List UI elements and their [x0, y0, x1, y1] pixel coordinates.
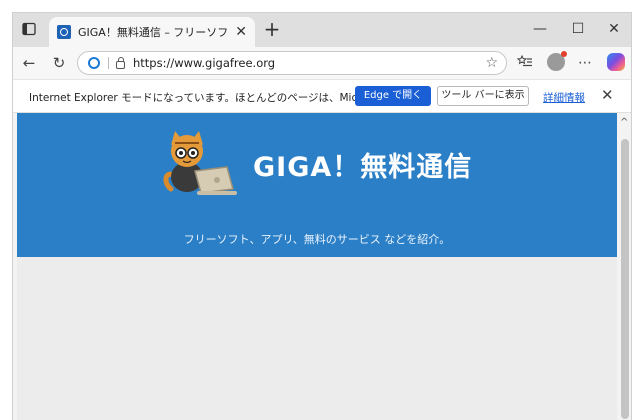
- url-text[interactable]: https://www.gigafree.org: [133, 56, 275, 70]
- tab-strip: GIGA！無料通信 – フリーソフト、アプリ ✕ + — ☐ ✕: [13, 13, 631, 47]
- page-content: GIGA！無料通信 フリーソフト、アプリ、無料のサービス などを紹介。: [17, 113, 617, 420]
- lock-icon[interactable]: [116, 57, 125, 69]
- site-logo-text[interactable]: GIGA！無料通信: [253, 145, 472, 184]
- browser-window: GIGA！無料通信 – フリーソフト、アプリ ✕ + — ☐ ✕ ← ↻ htt…: [12, 12, 632, 420]
- scrollbar-thumb[interactable]: [621, 139, 629, 419]
- maximize-icon[interactable]: ☐: [563, 19, 593, 39]
- navigation-toolbar: ← ↻ https://www.gigafree.org ☆ ⋯: [13, 47, 631, 79]
- tab-actions-icon: [22, 22, 36, 36]
- tab-actions-button[interactable]: [21, 21, 37, 37]
- cat-mascot-logo[interactable]: [161, 127, 245, 199]
- favorites-list-icon[interactable]: [515, 53, 535, 73]
- address-bar[interactable]: https://www.gigafree.org ☆: [77, 51, 507, 75]
- tab-title: GIGA！無料通信 – フリーソフト、アプリ: [78, 26, 228, 39]
- site-header-banner: GIGA！無料通信 フリーソフト、アプリ、無料のサービス などを紹介。: [17, 113, 617, 257]
- tab-active[interactable]: GIGA！無料通信 – フリーソフト、アプリ ✕: [49, 17, 255, 47]
- back-arrow-icon[interactable]: ←: [19, 53, 39, 73]
- close-infobar-icon[interactable]: ✕: [601, 86, 614, 104]
- close-tab-icon[interactable]: ✕: [235, 24, 247, 40]
- close-window-icon[interactable]: ✕: [599, 19, 629, 39]
- ie-mode-icon[interactable]: [88, 57, 100, 69]
- show-in-toolbar-button[interactable]: ツール バーに表示: [437, 86, 529, 106]
- minimize-icon[interactable]: —: [525, 19, 555, 39]
- site-tagline: フリーソフト、アプリ、無料のサービス などを紹介。: [183, 233, 451, 246]
- scroll-up-arrow-icon[interactable]: ^: [620, 117, 628, 128]
- infobar-message: Internet Explorer モードになっています。ほとんどのページは、M…: [29, 92, 398, 104]
- more-options-icon[interactable]: ⋯: [575, 53, 595, 73]
- copilot-icon[interactable]: [607, 53, 625, 71]
- profile-avatar[interactable]: [547, 51, 567, 71]
- favorites-icon: [516, 54, 532, 67]
- refresh-icon[interactable]: ↻: [49, 53, 69, 73]
- favorite-star-icon[interactable]: ☆: [485, 55, 498, 71]
- vertical-scrollbar[interactable]: ^: [617, 113, 631, 420]
- address-separator: [108, 57, 109, 69]
- new-tab-icon[interactable]: +: [261, 19, 283, 39]
- details-link[interactable]: 詳細情報: [543, 90, 585, 105]
- site-favicon-icon: [57, 25, 71, 39]
- ie-mode-infobar: Internet Explorer モードになっています。ほとんどのページは、M…: [13, 79, 631, 113]
- open-in-edge-button[interactable]: Edge で開く: [355, 86, 431, 106]
